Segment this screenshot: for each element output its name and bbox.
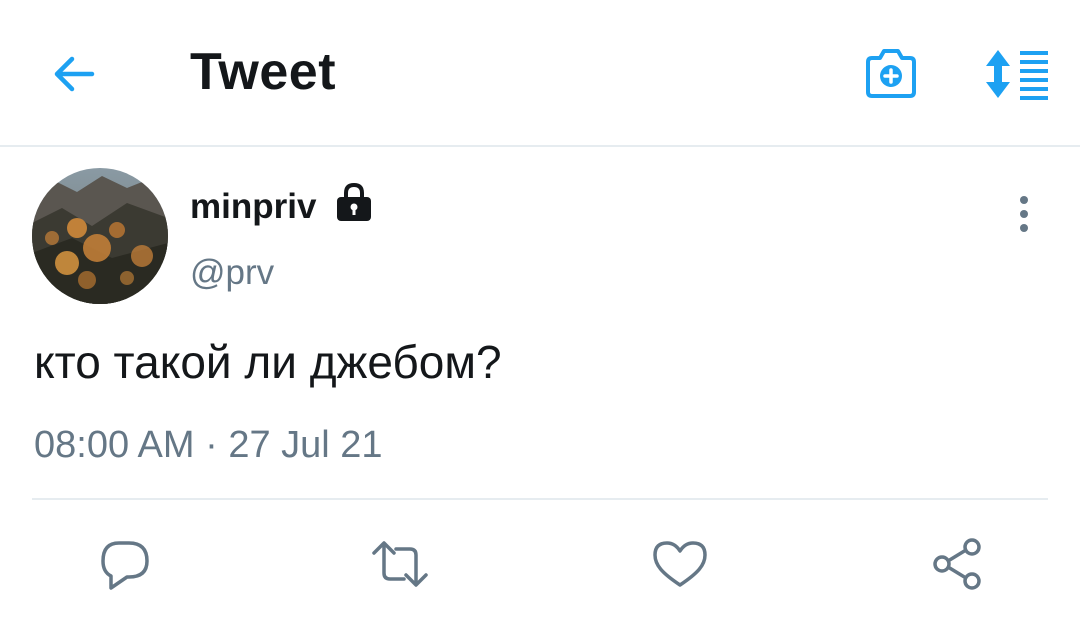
reply-button[interactable] [95,535,155,593]
author-handle[interactable]: @prv [190,252,274,294]
reply-icon [101,541,149,590]
share-button[interactable] [928,535,988,593]
top-bar: Tweet [0,0,1080,147]
divider [32,498,1048,500]
more-options-button[interactable] [1008,192,1040,236]
sort-lines-icon [986,50,1048,100]
avatar[interactable] [32,168,168,304]
lock-icon [337,182,371,221]
page-title: Tweet [190,43,337,101]
like-icon [653,541,707,587]
retweet-button[interactable] [370,535,430,593]
like-button[interactable] [650,535,710,593]
arrow-left-icon [54,56,95,92]
share-icon [933,538,981,590]
tweet-text: кто такой ли джебом? [34,336,502,388]
author-name[interactable]: minpriv [190,186,316,228]
avatar-photo [32,168,168,304]
camera-plus-icon [866,49,916,98]
more-vertical-icon [1020,196,1028,232]
back-button[interactable] [50,52,98,96]
quote-camera-button[interactable] [862,44,920,102]
retweet-icon [372,541,428,587]
sort-replies-button[interactable] [982,48,1052,100]
tweet-timestamp: 08:00 AM · 27 Jul 21 [34,424,383,466]
